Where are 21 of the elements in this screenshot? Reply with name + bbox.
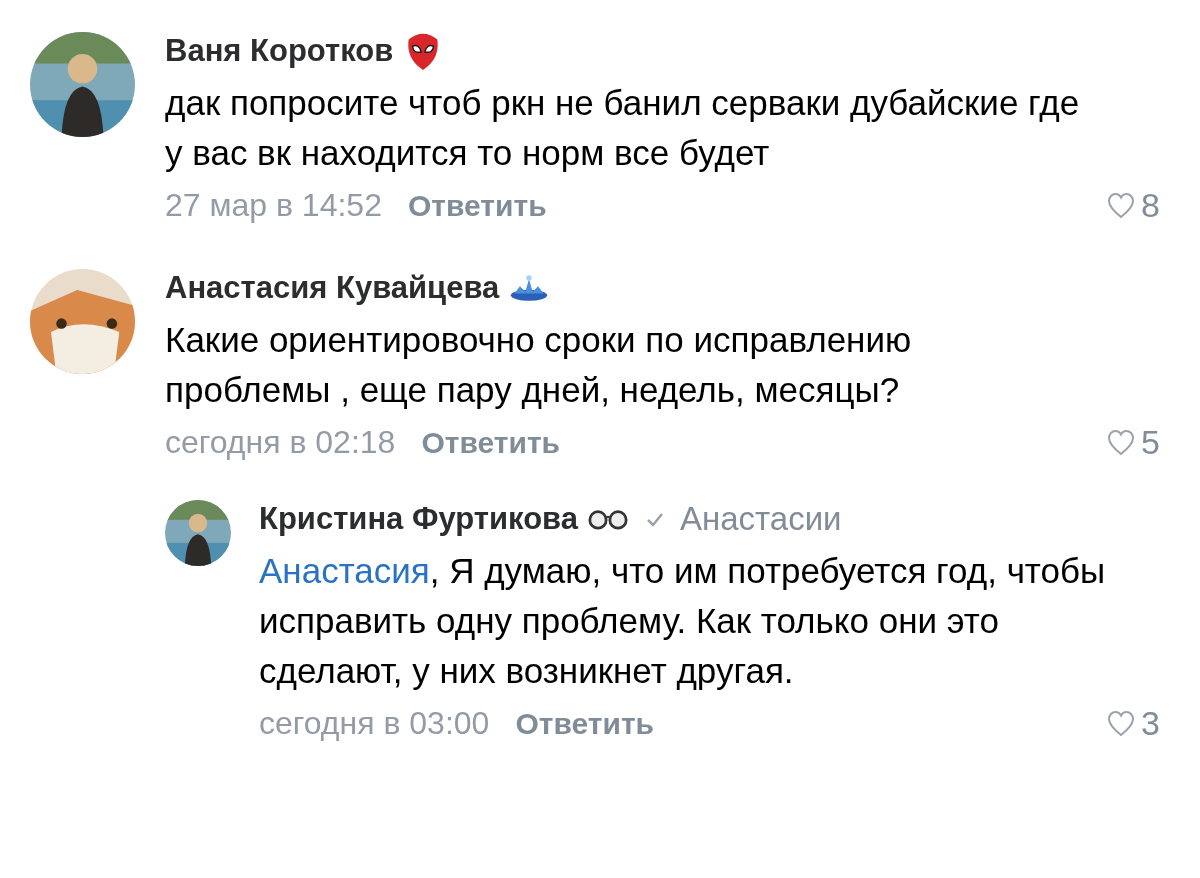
comment-text: Анастасия, Я думаю, что им потребуется год, чтобы исправить одну проблему. Как только они это сделают, у них возникнет другая. xyxy=(259,550,1107,692)
author-name[interactable]: Анастасия Кувайцева xyxy=(165,270,500,306)
comment-date: сегодня в 02:18 xyxy=(165,424,396,461)
heart-icon xyxy=(1107,429,1136,456)
like-button[interactable]: 3 xyxy=(1107,704,1160,743)
heart-icon xyxy=(1107,192,1136,219)
comment-date: сегодня в 03:00 xyxy=(259,705,490,742)
heart-icon xyxy=(1107,710,1136,737)
glasses-icon xyxy=(587,507,628,531)
reply-link[interactable]: Ответить xyxy=(421,425,561,460)
comment-text: Какие ориентировочно сроки по исправлению проблемы , еще пару дней, недель, месяцы? xyxy=(165,319,913,411)
reply-to-name[interactable]: Анастасии xyxy=(679,500,842,538)
comment-text: дак попросите чтоб ркн не банил серваки дубайские где у вас вк находится то норм все будет xyxy=(165,82,1080,174)
comment-date: 27 мар в 14:52 xyxy=(165,187,382,224)
like-button[interactable]: 8 xyxy=(1107,186,1160,225)
author-name[interactable]: Ваня Коротков xyxy=(165,33,394,69)
reply-link[interactable]: Ответить xyxy=(515,706,655,741)
like-button[interactable]: 5 xyxy=(1107,423,1160,462)
reply-link[interactable]: Ответить xyxy=(407,188,547,223)
author-name[interactable]: Кристина Фуртикова xyxy=(259,501,578,537)
mention-link[interactable]: Анастасия xyxy=(259,551,430,590)
